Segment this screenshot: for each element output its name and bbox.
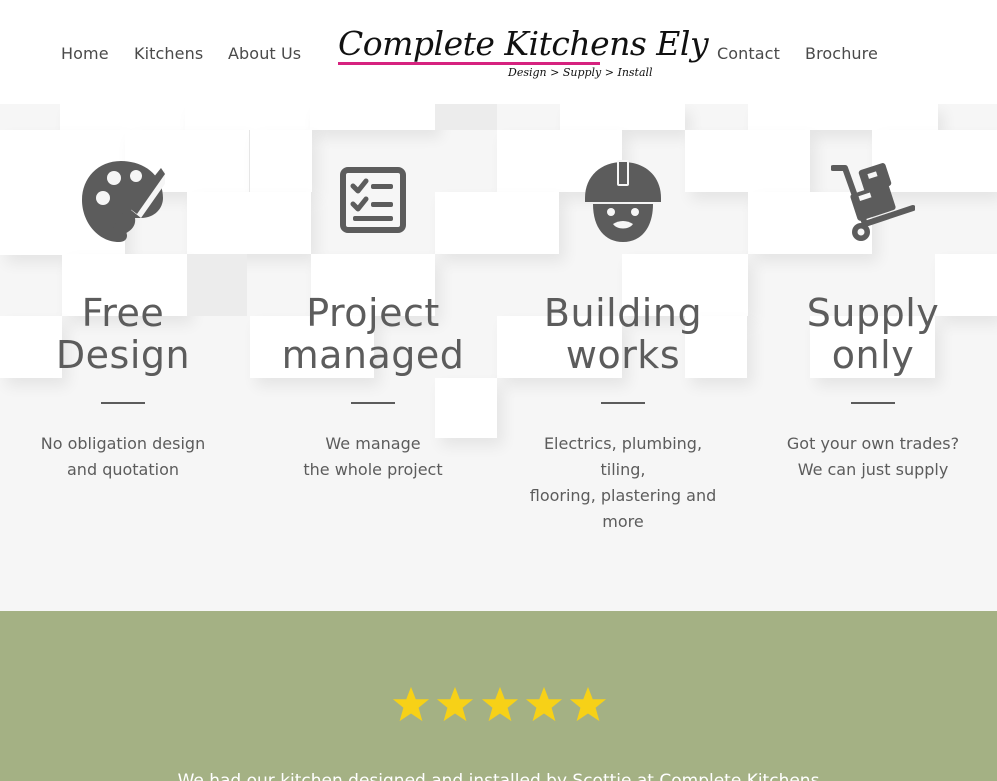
star-icon <box>437 686 474 722</box>
star-icon <box>481 686 518 722</box>
title-divider <box>351 402 395 404</box>
service-building-works: Building works Electrics, plumbing, tili… <box>498 104 748 611</box>
builder-helmet-icon <box>585 160 661 242</box>
service-description: Electrics, plumbing, tiling, flooring, p… <box>529 434 717 531</box>
service-supply-only: Supply only Got your own trades? We can … <box>748 104 997 611</box>
title-divider <box>101 402 145 404</box>
nav-brochure-link[interactable]: Brochure <box>805 44 878 63</box>
hand-truck-icon <box>831 163 915 241</box>
nav-contact-link[interactable]: Contact <box>717 44 780 63</box>
star-icon <box>392 686 430 722</box>
reviews-section: We had our kitchen designed and installe… <box>0 611 997 781</box>
service-description: We manage the whole project <box>303 434 443 479</box>
services-section: Free Design No obligation design and quo… <box>0 104 997 611</box>
star-icon <box>569 686 607 722</box>
logo-tagline: Design > Supply > Install <box>508 66 653 79</box>
service-description: No obligation design and quotation <box>40 434 206 479</box>
star-icon <box>525 686 562 722</box>
service-title: Building works <box>543 291 703 377</box>
review-quote: We had our kitchen designed and installe… <box>177 771 820 781</box>
site-header: Home Kitchens About Us Complete Kitchens… <box>0 0 997 104</box>
service-free-design: Free Design No obligation design and quo… <box>0 104 248 611</box>
nav-home-link[interactable]: Home <box>61 44 109 63</box>
nav-kitchens-link[interactable]: Kitchens <box>134 44 203 63</box>
title-divider <box>601 402 645 404</box>
service-title: Free Design <box>55 291 191 377</box>
service-title: Supply only <box>806 291 940 377</box>
nav-about-link[interactable]: About Us <box>228 44 301 63</box>
service-description: Got your own trades? We can just supply <box>786 434 960 479</box>
logo-underline <box>338 62 600 65</box>
service-project-managed: Project managed We manage the whole proj… <box>248 104 498 611</box>
star-rating <box>392 685 607 725</box>
checklist-icon <box>340 167 406 233</box>
service-title: Project managed <box>281 291 465 377</box>
title-divider <box>851 402 895 404</box>
logo-name: Complete Kitchens Ely <box>338 24 709 63</box>
palette-brush-icon <box>82 161 165 242</box>
site-logo[interactable]: Complete Kitchens Ely Design > Supply > … <box>336 22 709 86</box>
